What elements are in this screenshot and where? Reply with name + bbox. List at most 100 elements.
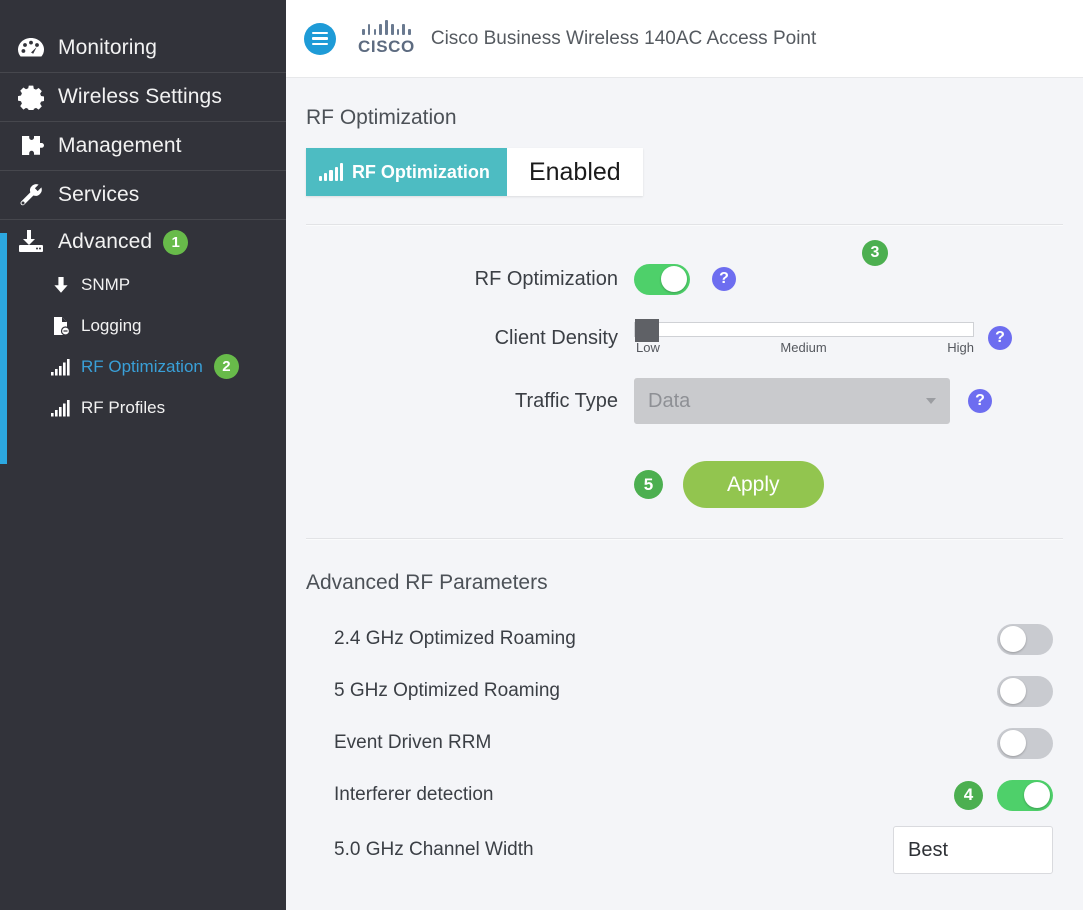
dashboard-icon [14, 33, 48, 63]
sidebar-subitem-label: Logging [81, 315, 142, 335]
sidebar-active-accent-bar [0, 233, 7, 464]
chevron-down-icon [926, 398, 936, 404]
adv-row-label: Event Driven RRM [334, 732, 492, 753]
help-icon[interactable]: ? [988, 326, 1012, 350]
row-rf-optimization: RF Optimization 3 ? [286, 239, 1083, 307]
gear-icon [14, 82, 48, 112]
adv-row-event-driven-rrm: Event Driven RRM [286, 717, 1083, 769]
sidebar-subitem-label: RF Optimization [81, 356, 203, 376]
top-bar: CISCO Cisco Business Wireless 140AC Acce… [286, 0, 1083, 78]
sidebar-item-monitoring[interactable]: Monitoring [0, 24, 286, 73]
adv-row-5ghz-channel-width: 5.0 GHz Channel Width Best [286, 821, 1083, 879]
step-badge-1: 1 [163, 229, 189, 255]
slider-track[interactable] [634, 318, 974, 342]
signal-bars-icon [48, 356, 74, 378]
sidebar-subitem-rf-profiles[interactable]: RF Profiles [0, 387, 286, 428]
divider-bottom [306, 538, 1063, 539]
adv-row-label: 5.0 GHz Channel Width [334, 839, 534, 860]
kpi-row: RF Optimization Enabled [286, 130, 1083, 196]
main-content: CISCO Cisco Business Wireless 140AC Acce… [286, 0, 1083, 910]
rf-optimization-field: 3 ? [634, 239, 888, 295]
adv-row-control: Best [893, 826, 1053, 874]
advanced-rf-parameters-list: 2.4 GHz Optimized Roaming 5 GHz Optimize… [286, 613, 1083, 879]
step-badge-3: 3 [862, 239, 888, 266]
slider-tick-high: High [947, 339, 974, 355]
sidebar-subitem-logging[interactable]: Logging [0, 305, 286, 346]
sidebar-item-label: Monitoring [58, 36, 158, 59]
adv-row-24ghz-optimized-roaming: 2.4 GHz Optimized Roaming [286, 613, 1083, 665]
adv-row-label: Interferer detection [334, 784, 494, 805]
traffic-type-select[interactable]: Data [634, 378, 950, 424]
slider-handle[interactable] [635, 318, 659, 342]
signal-bars-icon [319, 163, 343, 181]
step-badge-4: 4 [954, 780, 983, 810]
rf-optimization-label: RF Optimization [474, 267, 618, 290]
client-density-label: Client Density [494, 326, 618, 349]
app-root: Monitoring Wireless Settings Management … [0, 0, 1083, 910]
sidebar-item-wireless-settings[interactable]: Wireless Settings [0, 73, 286, 122]
adv-row-label: 2.4 GHz Optimized Roaming [334, 628, 576, 649]
down-arrow-icon [48, 274, 74, 296]
product-title: Cisco Business Wireless 140AC Access Poi… [430, 27, 817, 49]
client-density-slider[interactable]: Low Medium High [634, 318, 974, 355]
kpi-label-text: RF Optimization [351, 161, 490, 182]
row-traffic-type: Traffic Type Data ? [286, 369, 1083, 433]
traffic-type-label: Traffic Type [514, 389, 618, 412]
step-badge-5: 5 [634, 470, 663, 499]
step-badge-2: 2 [213, 354, 239, 379]
toggle-24ghz-optimized-roaming[interactable] [997, 623, 1053, 655]
sidebar-item-label: Wireless Settings [58, 85, 222, 108]
adv-row-control [997, 675, 1053, 707]
content-area: RF Optimization RF Optimization Enabled … [286, 78, 1083, 879]
help-icon[interactable]: ? [968, 389, 992, 413]
traffic-type-value: Data [648, 389, 691, 412]
wrench-icon [14, 180, 48, 210]
adv-row-interferer-detection: Interferer detection 4 [286, 769, 1083, 821]
kpi-label-wrap: RF Optimization [306, 148, 507, 196]
sidebar-subitem-rf-optimization[interactable]: RF Optimization 2 [0, 346, 286, 387]
sidebar-subitem-label: RF Profiles [81, 397, 166, 417]
cisco-wordmark: CISCO [358, 37, 415, 56]
sidebar-item-label: Services [58, 183, 140, 206]
slider-tick-low: Low [636, 339, 660, 355]
cisco-bars-icon [362, 20, 411, 35]
adv-row-control [997, 623, 1053, 655]
puzzle-icon [14, 131, 48, 161]
toggle-event-driven-rrm[interactable] [997, 727, 1053, 759]
signal-bars-icon [48, 397, 74, 419]
adv-row-label: 5 GHz Optimized Roaming [334, 680, 560, 701]
cisco-logo: CISCO [358, 20, 415, 57]
kpi-value: Enabled [506, 148, 643, 196]
slider-tick-labels: Low Medium High [634, 340, 974, 355]
adv-row-control [997, 727, 1053, 759]
hamburger-icon[interactable] [304, 22, 336, 55]
sidebar-subitem-snmp[interactable]: SNMP [0, 264, 286, 305]
sidebar-item-management[interactable]: Management [0, 122, 286, 171]
row-client-density: Client Density Low Medium High ? [286, 307, 1083, 369]
help-icon[interactable]: ? [712, 267, 736, 291]
sidebar-item-label: Management [58, 134, 182, 157]
channel-width-select[interactable]: Best [893, 826, 1053, 874]
download-icon [14, 227, 48, 257]
adv-row-control: 4 [954, 779, 1053, 811]
sidebar-subitem-label: SNMP [81, 274, 131, 294]
rf-optimization-status-card: RF Optimization Enabled [306, 148, 643, 196]
toggle-5ghz-optimized-roaming[interactable] [997, 675, 1053, 707]
page-title: RF Optimization [306, 106, 457, 129]
sidebar: Monitoring Wireless Settings Management … [0, 0, 286, 910]
rf-optimization-toggle[interactable] [634, 263, 690, 295]
traffic-type-field: Data ? [634, 378, 992, 424]
toggle-interferer-detection[interactable] [997, 779, 1053, 811]
apply-row: 5 Apply [286, 461, 1083, 508]
rf-optimization-form: RF Optimization 3 ? Client Density Low M… [286, 225, 1083, 508]
advanced-rf-parameters-title: Advanced RF Parameters [306, 571, 548, 594]
sidebar-item-label: Advanced [58, 230, 153, 253]
adv-row-5ghz-optimized-roaming: 5 GHz Optimized Roaming [286, 665, 1083, 717]
sidebar-item-services[interactable]: Services [0, 171, 286, 220]
apply-button[interactable]: Apply [683, 461, 824, 508]
slider-tick-medium: Medium [780, 339, 827, 355]
client-density-field: Low Medium High ? [634, 318, 1012, 355]
sidebar-item-advanced[interactable]: Advanced 1 [0, 220, 286, 264]
channel-width-value: Best [908, 838, 949, 861]
document-icon [48, 315, 74, 337]
